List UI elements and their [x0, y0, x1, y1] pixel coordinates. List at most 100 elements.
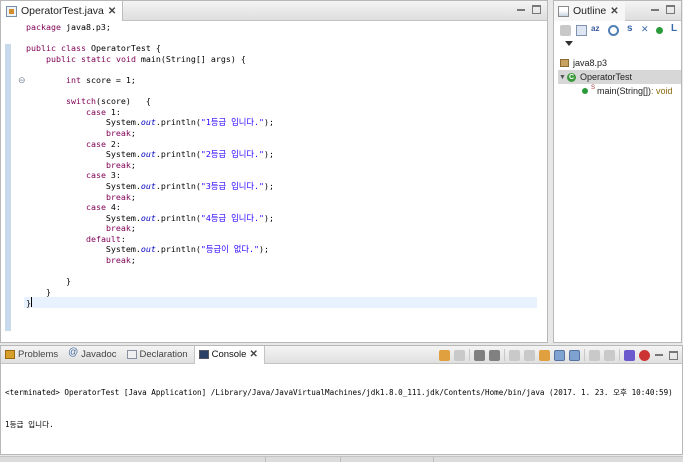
collapse-all-icon[interactable] [560, 25, 571, 36]
minimize-icon[interactable] [650, 5, 661, 15]
code-field: out [140, 212, 156, 223]
code-line[interactable]: break; [26, 128, 537, 139]
word-wrap-icon[interactable] [539, 349, 550, 361]
code-keyword: case [85, 138, 106, 149]
tab-console[interactable]: Console ✕ [193, 345, 265, 364]
editor-tab[interactable]: OperatorTest.java ✕ [1, 1, 124, 21]
display-console-icon[interactable] [589, 349, 600, 361]
clear-console-icon[interactable] [509, 349, 520, 361]
code-line[interactable]: } [26, 287, 537, 298]
close-icon[interactable]: ✕ [610, 6, 618, 17]
code-line[interactable]: System.out.println("등급이 없다."); [26, 244, 537, 255]
method-return-type: : void [651, 86, 673, 96]
code-text: 1: [105, 106, 121, 117]
code-text: System. [26, 149, 141, 160]
code-line[interactable] [26, 266, 537, 277]
code-line[interactable]: public static void main(String[] args) { [26, 54, 537, 65]
hide-local-types-icon[interactable] [668, 23, 679, 36]
minimize-icon[interactable] [654, 350, 665, 360]
fold-toggle-icon[interactable]: ⊖ [18, 75, 26, 86]
code-line[interactable]: int score = 1; [26, 75, 537, 86]
minimize-icon[interactable] [516, 5, 527, 15]
public-member-icon[interactable] [656, 27, 663, 34]
open-console-icon[interactable] [604, 349, 615, 361]
code-string: "1등급 입니다." [200, 117, 265, 128]
code-editor[interactable]: ⊖ package java8.p3; public class Operator… [1, 22, 547, 342]
maximize-icon[interactable] [669, 350, 678, 360]
tab-problems[interactable]: Problems [1, 346, 64, 364]
tree-item-package[interactable]: java8.p3 [558, 56, 681, 70]
show-stderr-icon[interactable] [569, 349, 580, 361]
text-caret [31, 297, 32, 308]
close-icon[interactable]: ✕ [108, 6, 116, 17]
editor-tab-label: OperatorTest.java [21, 5, 104, 17]
code-line[interactable]: break; [26, 160, 537, 171]
show-stdout-icon[interactable] [554, 349, 565, 361]
tab-javadoc[interactable]: Javadoc [64, 346, 122, 364]
antivirus-icon[interactable] [639, 349, 650, 361]
code-line[interactable]: System.out.println("2등급 입니다."); [26, 149, 537, 160]
maximize-icon[interactable] [666, 5, 675, 14]
code-keyword: default [85, 233, 121, 244]
view-menu-icon[interactable] [565, 41, 573, 46]
code-line[interactable]: package java8.p3; [26, 22, 537, 33]
pin-console-icon[interactable] [624, 349, 635, 361]
maximize-icon[interactable] [532, 5, 541, 14]
code-line[interactable]: case 4: [26, 202, 537, 213]
console-line: 1등급 입니다. [5, 419, 54, 429]
chevron-down-icon[interactable]: ▼ [558, 74, 567, 81]
code-string: "등급이 없다." [200, 244, 260, 255]
outline-pane: Outline ✕ java8.p3 ▼ C OperatorTest S ma… [553, 0, 682, 343]
code-text: 2: [105, 138, 121, 149]
code-line[interactable] [26, 33, 537, 44]
problems-icon [5, 350, 15, 359]
code-line[interactable]: System.out.println("1등급 입니다."); [26, 117, 537, 128]
code-line[interactable]: } [26, 276, 537, 287]
code-line[interactable]: } [24, 297, 537, 308]
code-line[interactable] [26, 86, 537, 97]
run-icon[interactable] [439, 349, 450, 361]
code-line[interactable]: break; [26, 192, 537, 203]
code-line[interactable]: case 3: [26, 170, 537, 181]
status-divider [265, 457, 266, 462]
code-line[interactable]: break; [26, 255, 537, 266]
tree-item-class[interactable]: ▼ C OperatorTest [558, 70, 681, 84]
code-text: ); [264, 180, 275, 191]
hide-nonpublic-icon[interactable] [640, 24, 651, 36]
link-icon[interactable] [576, 25, 587, 36]
code-line[interactable]: public class OperatorTest { [26, 43, 537, 54]
hide-static-icon[interactable] [624, 23, 635, 36]
code-line[interactable]: System.out.println("4등급 입니다."); [26, 213, 537, 224]
outline-tree: java8.p3 ▼ C OperatorTest S main(String[… [558, 56, 681, 98]
code-line[interactable]: System.out.println("3등급 입니다."); [26, 181, 537, 192]
source-code[interactable]: package java8.p3; public class OperatorTe… [24, 22, 537, 308]
tree-item-method[interactable]: S main(String[]) : void [558, 84, 681, 98]
code-line[interactable]: case 1: [26, 107, 537, 118]
scroll-lock-icon[interactable] [524, 349, 535, 361]
tab-declaration[interactable]: Declaration [123, 346, 194, 364]
package-icon [560, 59, 569, 67]
declaration-icon [126, 350, 137, 359]
code-line[interactable]: default: [26, 234, 537, 245]
code-line[interactable]: case 2: [26, 139, 537, 150]
code-text: (score) { [95, 96, 151, 107]
code-line[interactable]: switch(score) { [26, 96, 537, 107]
terminate-icon[interactable] [454, 349, 465, 361]
code-text: ; [130, 159, 136, 170]
console-output[interactable]: <terminated> OperatorTest [Java Applicat… [5, 367, 678, 451]
outline-tab[interactable]: Outline ✕ [554, 1, 625, 21]
code-line[interactable]: break; [26, 223, 537, 234]
remove-launch-icon[interactable] [474, 349, 485, 361]
sort-icon[interactable] [591, 24, 603, 36]
remove-all-launches-icon[interactable] [489, 349, 500, 361]
hide-fields-icon[interactable] [608, 25, 619, 36]
close-icon[interactable]: ✕ [249, 349, 257, 360]
code-line[interactable] [26, 64, 537, 75]
code-text: ); [264, 212, 275, 223]
